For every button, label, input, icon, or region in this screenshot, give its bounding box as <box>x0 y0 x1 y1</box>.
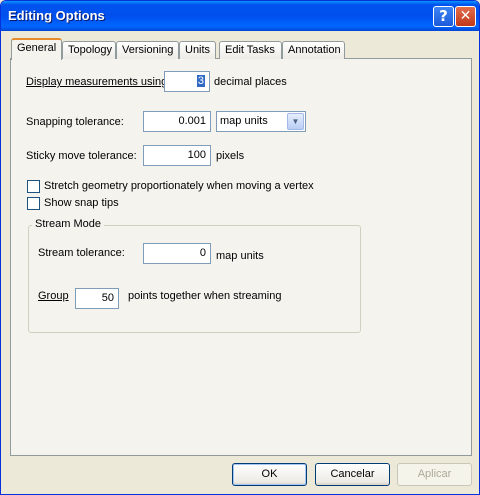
tab-topology-label: Topology <box>68 44 113 56</box>
snapping-tolerance-input[interactable]: 0.001 <box>143 111 211 132</box>
apply-button-label: Aplicar <box>417 468 452 480</box>
sticky-move-tolerance-input[interactable]: 100 <box>143 145 211 166</box>
tab-units-label: Units <box>185 44 211 56</box>
tab-edit-tasks-label: Edit Tasks <box>225 44 275 56</box>
help-button[interactable]: ? <box>433 6 454 27</box>
stream-tolerance-suffix: map units <box>216 250 264 262</box>
group-points-suffix: points together when streaming <box>128 290 282 302</box>
tab-annotation[interactable]: Annotation <box>282 41 345 59</box>
sticky-move-tolerance-label: Sticky move tolerance: <box>26 150 137 162</box>
group-points-input[interactable]: 50 <box>75 288 119 309</box>
stretch-geometry-checkbox[interactable] <box>27 180 40 193</box>
stream-mode-group <box>28 225 361 333</box>
show-snap-tips-checkbox[interactable] <box>27 197 40 210</box>
snapping-units-select[interactable]: map units ▼ <box>216 111 306 132</box>
tab-annotation-label: Annotation <box>288 44 341 56</box>
tab-topology[interactable]: Topology <box>62 41 116 59</box>
title-bar[interactable]: Editing Options ? ✕ <box>1 1 479 31</box>
editing-options-dialog: Editing Options ? ✕ General Topology Ver… <box>0 0 480 495</box>
cancel-button-label: Cancelar <box>330 468 375 480</box>
close-icon: ✕ <box>459 8 472 24</box>
stretch-geometry-label: Stretch geometry proportionately when mo… <box>44 180 314 192</box>
decimal-places-value: 3 <box>196 75 205 87</box>
group-points-value: 50 <box>101 292 114 304</box>
cancel-button[interactable]: Cancelar <box>315 463 390 486</box>
stream-mode-title: Stream Mode <box>32 218 105 230</box>
tab-edit-tasks[interactable]: Edit Tasks <box>219 41 282 59</box>
close-button[interactable]: ✕ <box>455 6 476 27</box>
tab-general[interactable]: General <box>11 38 62 60</box>
window-title: Editing Options <box>8 8 105 23</box>
question-mark-icon: ? <box>439 7 448 25</box>
show-snap-tips-label: Show snap tips <box>44 197 119 209</box>
tab-versioning-label: Versioning <box>122 44 174 56</box>
ok-button-label: OK <box>261 468 278 480</box>
display-measurements-label: Display measurements using <box>26 76 168 88</box>
chevron-down-icon[interactable]: ▼ <box>287 113 304 130</box>
snapping-units-value: map units <box>220 115 268 127</box>
decimal-places-input[interactable]: 3 <box>164 71 210 92</box>
stream-tolerance-value: 0 <box>199 247 206 259</box>
sticky-move-suffix: pixels <box>216 150 245 162</box>
stream-tolerance-label: Stream tolerance: <box>38 247 125 259</box>
decimal-places-suffix: decimal places <box>214 76 287 88</box>
tab-general-label: General <box>17 42 57 54</box>
sticky-move-tolerance-value: 100 <box>187 149 206 161</box>
snapping-tolerance-label: Snapping tolerance: <box>26 116 124 128</box>
tab-units[interactable]: Units <box>179 41 216 59</box>
ok-button[interactable]: OK <box>232 463 307 486</box>
snapping-tolerance-value: 0.001 <box>178 115 206 127</box>
group-label: Group <box>38 290 69 302</box>
stream-tolerance-input[interactable]: 0 <box>143 243 211 264</box>
apply-button[interactable]: Aplicar <box>397 463 472 486</box>
tab-versioning[interactable]: Versioning <box>116 41 179 59</box>
